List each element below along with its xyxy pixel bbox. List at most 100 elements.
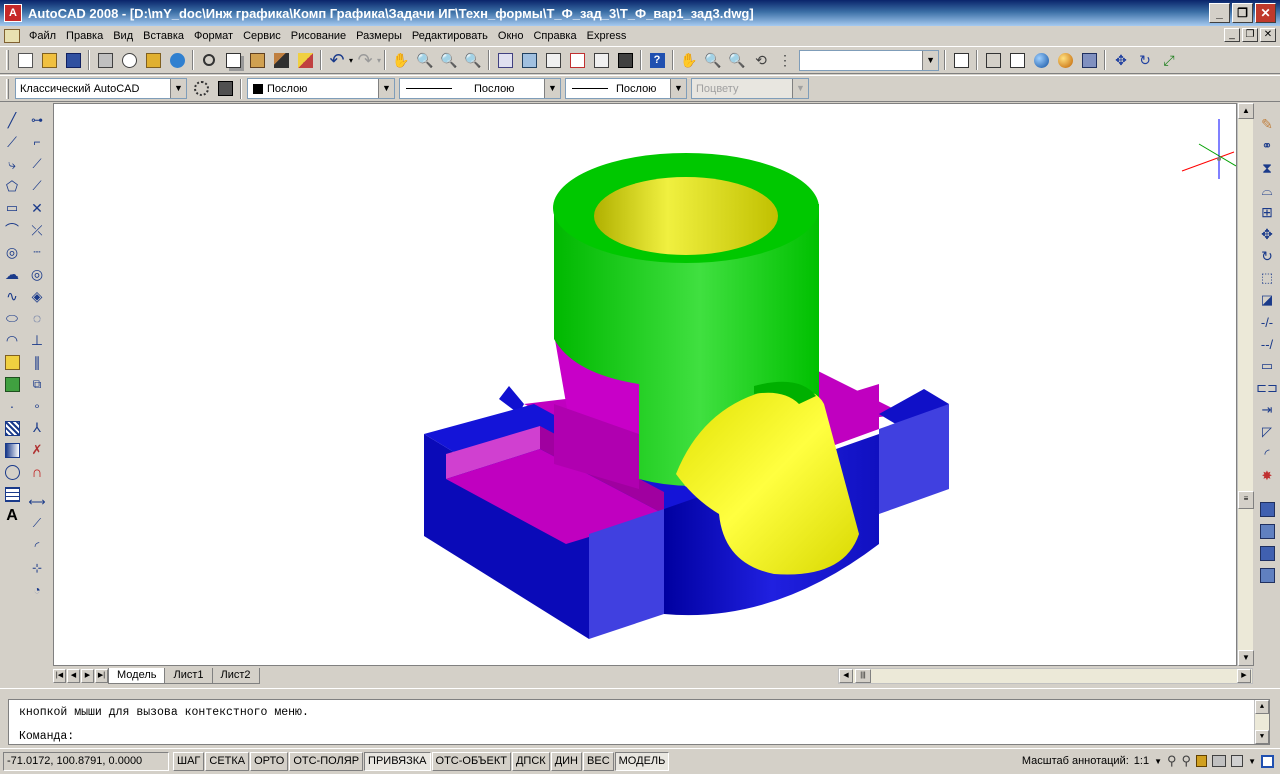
- annotation-scale-value[interactable]: 1:1: [1134, 755, 1149, 767]
- draworder-front-button[interactable]: [1256, 499, 1278, 520]
- snap-quadrant-button[interactable]: ◈: [26, 286, 48, 307]
- cut-button[interactable]: [198, 49, 220, 71]
- plot-button[interactable]: [94, 49, 116, 71]
- next-tab-icon[interactable]: ▶: [81, 669, 94, 683]
- matchprop-button[interactable]: [270, 49, 292, 71]
- named-view-combo[interactable]: ▼: [799, 49, 940, 71]
- move-button[interactable]: ✥: [1256, 224, 1278, 245]
- conceptual-button[interactable]: [1054, 49, 1076, 71]
- command-window[interactable]: кнопкой мыши для вызова контекстного мен…: [8, 699, 1270, 745]
- lineweight-combo[interactable]: Послою ▼: [565, 78, 687, 99]
- command-window-grip[interactable]: [0, 688, 1280, 699]
- doc-close-button[interactable]: ✕: [1260, 28, 1276, 42]
- quickcalc-button[interactable]: [614, 49, 636, 71]
- scroll-down-icon[interactable]: ▼: [1238, 650, 1254, 666]
- dim-aligned-button[interactable]: ⟋: [26, 513, 48, 534]
- dim-ordinate-button[interactable]: ⊹: [26, 557, 48, 578]
- first-tab-icon[interactable]: |◀: [53, 669, 66, 683]
- otrack-toggle[interactable]: ОТС-ОБЪЕКТ: [431, 752, 511, 771]
- sheetset-button[interactable]: [566, 49, 588, 71]
- menu-view[interactable]: Вид: [108, 30, 138, 42]
- menu-format[interactable]: Формат: [189, 30, 238, 42]
- chevron-down-icon[interactable]: ▼: [170, 79, 186, 98]
- copy-object-button[interactable]: ⚭: [1256, 136, 1278, 157]
- doc-minimize-button[interactable]: _: [1224, 28, 1240, 42]
- view-zoom-window-button[interactable]: 🔍: [726, 49, 748, 71]
- tray-settings-icon[interactable]: [1231, 755, 1244, 767]
- menu-tools[interactable]: Сервис: [238, 30, 286, 42]
- snap-intersection-button[interactable]: ✕: [26, 198, 48, 219]
- snap-node-button[interactable]: ∘: [26, 396, 48, 417]
- ducs-toggle[interactable]: ДПСК: [511, 752, 550, 771]
- spline-button[interactable]: ∿: [1, 286, 23, 307]
- insert-block-button[interactable]: [1, 352, 23, 373]
- etransmit-button[interactable]: [166, 49, 188, 71]
- preview-button[interactable]: [118, 49, 140, 71]
- snap-none-button[interactable]: ✗: [26, 440, 48, 461]
- grid-toggle[interactable]: СЕТКА: [205, 752, 250, 771]
- chevron-down-icon[interactable]: ▼: [670, 79, 686, 98]
- hidden-button[interactable]: [1006, 49, 1028, 71]
- snap-midpoint-button[interactable]: ⟋: [26, 176, 48, 197]
- vertical-scrollbar[interactable]: ▲ ≡ ▼: [1237, 103, 1254, 666]
- close-button[interactable]: ✕: [1255, 3, 1276, 23]
- save-button[interactable]: [62, 49, 84, 71]
- open-button[interactable]: [38, 49, 60, 71]
- polar-toggle[interactable]: ОТС-ПОЛЯР: [289, 752, 364, 771]
- menu-file[interactable]: Файл: [24, 30, 61, 42]
- tab-layout1[interactable]: Лист1: [164, 668, 213, 684]
- snap-endpoint-button[interactable]: ⟋: [26, 154, 48, 175]
- qnew-button[interactable]: [14, 49, 36, 71]
- redo-button[interactable]: ↷: [354, 49, 376, 71]
- realistic-button[interactable]: [1030, 49, 1052, 71]
- hatch-button[interactable]: [1, 418, 23, 439]
- ellipse-button[interactable]: ⬭: [1, 308, 23, 329]
- prev-tab-icon[interactable]: ◀: [67, 669, 80, 683]
- clean-screen-icon[interactable]: [1261, 754, 1274, 768]
- temp-track-button[interactable]: ⊶: [26, 110, 48, 131]
- publish-button[interactable]: [142, 49, 164, 71]
- rectangle-button[interactable]: ▭: [1, 198, 23, 219]
- hscroll-thumb[interactable]: |||: [855, 669, 871, 683]
- document-icon[interactable]: [4, 28, 20, 43]
- scroll-thumb[interactable]: ≡: [1238, 491, 1254, 509]
- paste-button[interactable]: [246, 49, 268, 71]
- fillet-button[interactable]: ◜: [1256, 444, 1278, 465]
- model-space-canvas[interactable]: [53, 103, 1237, 666]
- orbit-button[interactable]: ⟲: [750, 49, 772, 71]
- mirror-button[interactable]: ⧗: [1256, 158, 1278, 179]
- erase-button[interactable]: ✎: [1256, 114, 1278, 135]
- help-button[interactable]: ?: [646, 49, 668, 71]
- scale-button[interactable]: ⬚: [1256, 268, 1278, 289]
- offset-button[interactable]: ⌓: [1256, 180, 1278, 201]
- line-button[interactable]: ╱: [1, 110, 23, 131]
- undo-dropdown-icon[interactable]: ▾: [349, 56, 353, 65]
- region-button[interactable]: [1, 462, 23, 483]
- tab-model[interactable]: Модель: [108, 668, 166, 684]
- undo-button[interactable]: ↶: [326, 49, 348, 71]
- rotate-button[interactable]: ↻: [1256, 246, 1278, 267]
- gradient-button[interactable]: [1, 440, 23, 461]
- snap-extension-button[interactable]: ┄: [26, 242, 48, 263]
- horizontal-scrollbar[interactable]: ◀ ||| ▶: [838, 668, 1253, 684]
- tray-menu-icon[interactable]: ▼: [1248, 757, 1256, 766]
- toolbar-grip[interactable]: [6, 50, 9, 70]
- menu-edit[interactable]: Правка: [61, 30, 108, 42]
- menu-express[interactable]: Express: [582, 30, 632, 42]
- draworder-under-button[interactable]: [1256, 565, 1278, 586]
- scroll-up-icon[interactable]: ▲: [1238, 103, 1254, 119]
- walk-button[interactable]: ⋮: [774, 49, 796, 71]
- toolbar-grip[interactable]: [6, 78, 9, 99]
- communication-center-icon[interactable]: [1212, 755, 1227, 767]
- ellipse-arc-button[interactable]: ◠: [1, 330, 23, 351]
- pline-button[interactable]: ⤷: [1, 154, 23, 175]
- chevron-down-icon[interactable]: ▼: [922, 50, 939, 70]
- break-button[interactable]: ⊏⊐: [1256, 378, 1278, 399]
- dim-arc-button[interactable]: ◜: [26, 535, 48, 556]
- menu-dimension[interactable]: Размеры: [351, 30, 407, 42]
- wireframe-button[interactable]: [982, 49, 1004, 71]
- annotation-visibility-icon[interactable]: ⚲: [1167, 753, 1177, 769]
- view-manager-button[interactable]: [950, 49, 972, 71]
- minimize-button[interactable]: _: [1209, 3, 1230, 23]
- snap-perpendicular-button[interactable]: ⊥: [26, 330, 48, 351]
